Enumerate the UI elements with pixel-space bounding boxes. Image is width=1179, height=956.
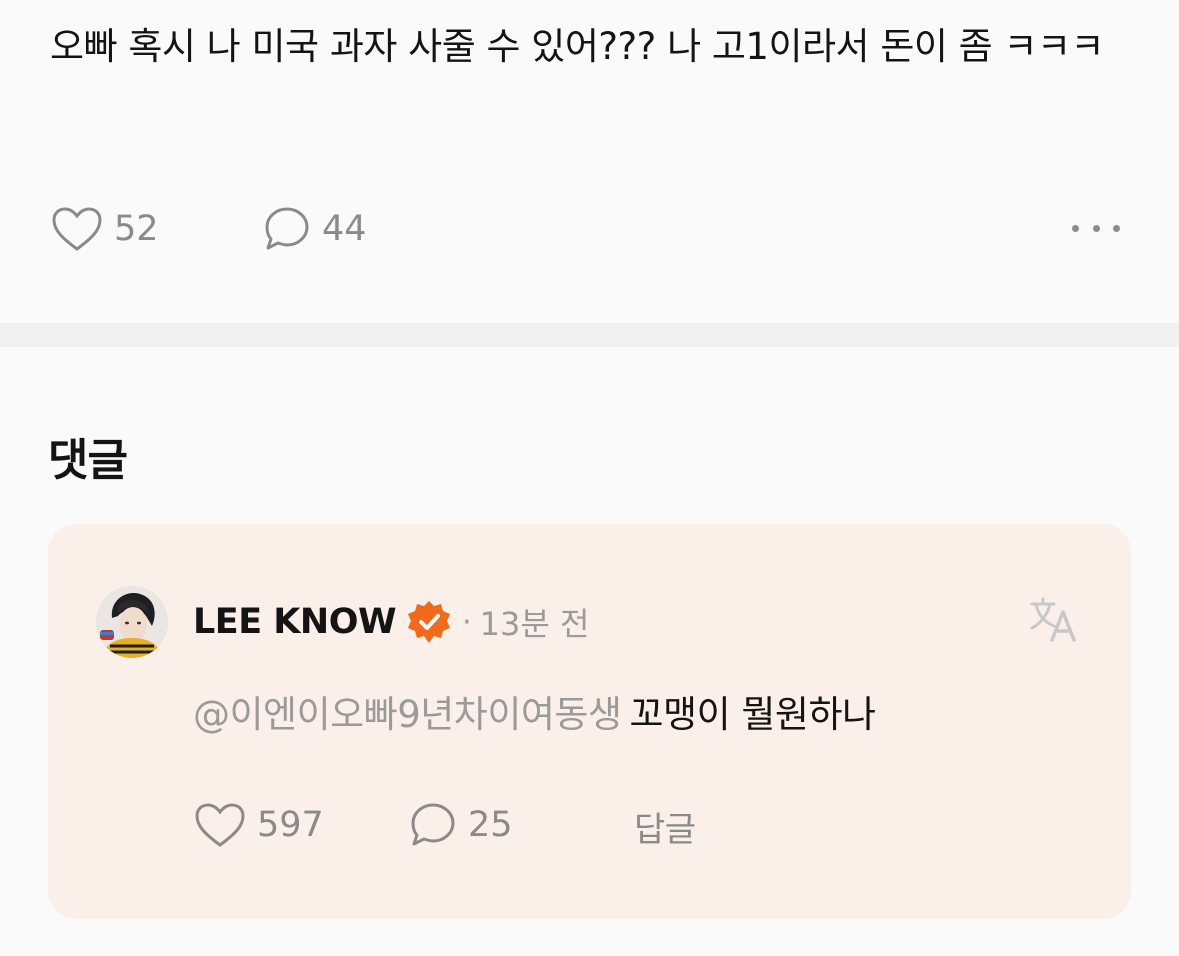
comment-bubble-icon bbox=[265, 207, 309, 250]
avatar[interactable] bbox=[96, 586, 168, 658]
more-dot bbox=[1113, 224, 1120, 232]
post-comment-button[interactable]: 44 bbox=[262, 202, 367, 256]
author-name[interactable]: LEE KNOW bbox=[193, 602, 397, 642]
comment-author-line: LEE KNOW · 13분 전 bbox=[193, 598, 589, 646]
avatar-image bbox=[96, 586, 168, 658]
post-like-count: 52 bbox=[114, 209, 159, 249]
comment-reply-count-button[interactable]: 25 bbox=[408, 798, 513, 852]
verified-badge-icon bbox=[408, 601, 451, 643]
comments-heading: 댓글 bbox=[48, 435, 128, 486]
heart-icon bbox=[52, 207, 102, 251]
comment-body: 꼬맹이 뭘원하나 bbox=[629, 693, 876, 736]
heart-icon bbox=[195, 803, 245, 847]
comment-like-button[interactable]: 597 bbox=[193, 798, 324, 852]
reply-button[interactable]: 답글 bbox=[634, 802, 696, 851]
post-comment-count: 44 bbox=[322, 209, 367, 249]
post-like-button[interactable]: 52 bbox=[50, 202, 159, 256]
comment-bubble-icon bbox=[411, 803, 455, 846]
more-options-button[interactable] bbox=[1064, 210, 1128, 246]
comment-reply-count: 25 bbox=[468, 805, 513, 845]
more-horizontal-icon bbox=[1072, 224, 1079, 232]
section-divider bbox=[0, 323, 1179, 347]
more-dot bbox=[1092, 224, 1100, 232]
comment-like-count: 597 bbox=[257, 805, 324, 845]
translate-icon[interactable] bbox=[1028, 594, 1078, 644]
comment-text: @이엔이오빠9년차이여동생 꼬맹이 뭘원하나 bbox=[193, 684, 876, 738]
comment-timestamp: 13분 전 bbox=[479, 605, 590, 643]
post: 오빠 혹시 나 미국 과자 사줄 수 있어??? 나 고1이라서 돈이 좀 ㅋㅋ… bbox=[0, 0, 1179, 323]
meta-separator: · bbox=[462, 604, 472, 640]
mention-link[interactable]: @이엔이오빠9년차이여동생 bbox=[193, 693, 622, 736]
comment-card: LEE KNOW · 13분 전 @이엔이오빠9년차이여동생 꼬맹이 뭘원하나 5… bbox=[48, 524, 1131, 919]
post-text: 오빠 혹시 나 미국 과자 사줄 수 있어??? 나 고1이라서 돈이 좀 ㅋㅋ… bbox=[50, 25, 1105, 68]
